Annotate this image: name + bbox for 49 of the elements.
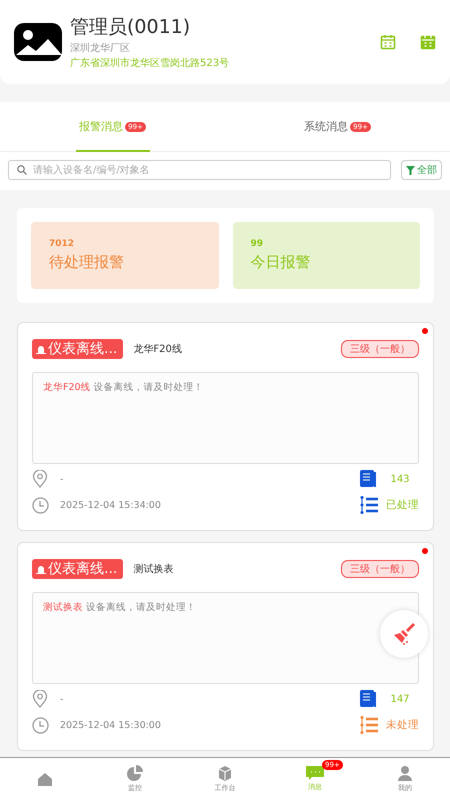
search-icon [17,165,27,175]
site-name: 深圳龙华厂区 [70,42,131,55]
device-name: 测试换表 [133,562,174,576]
location-text: - [60,474,64,484]
person-icon [397,765,413,781]
address: 广东省深圳市龙华区雪岗北路523号 [70,56,230,70]
alarm-time: 2025-12-04 15:30:00 [60,720,162,730]
location-pin-icon [32,690,48,708]
status-text: 已处理 [386,498,419,512]
alarm-message: 龙华F20线 设备离线，请及时处理！ [32,372,419,464]
count-text: 147 [389,694,411,704]
stat-value: 99 [250,239,264,249]
clock-icon [32,716,49,734]
tab-label: 报警消息 [79,119,124,134]
alarm-light-icon [36,344,46,354]
clock-icon [32,496,49,514]
count-text: 143 [389,474,411,484]
alarm-light-icon [36,564,46,574]
document-icon [360,470,376,488]
broom-icon [392,622,416,646]
filter-icon [406,166,415,174]
stat-label: 今日报警 [250,253,312,272]
location-pin-icon [32,470,48,488]
home-icon [37,771,53,787]
alarm-message: 测试换表 设备离线，请及时处理！ [32,592,419,684]
status-text: 未处理 [386,718,419,732]
calendar-icon[interactable] [380,34,396,50]
alarm-type: 仪表离线... [48,560,118,578]
search-field[interactable]: 请输入设备名/编号/对象名 [8,160,391,180]
stat-value: 7012 [49,239,76,249]
stat-tile[interactable]: 7012 待处理报警 [31,222,218,289]
pie-chart-icon [127,765,143,781]
box-icon [217,765,233,781]
tab-label: 系统消息 [304,119,348,134]
location-text: - [60,694,64,704]
user-name: 管理员(0011) [70,15,192,40]
chat-icon [306,766,324,780]
severity-tag: 三级（一般） [341,560,419,578]
calendar-icon[interactable] [420,34,436,50]
stat-label: 待处理报警 [49,253,125,272]
severity-tag: 三级（一般） [341,340,419,358]
alarm-type: 仪表离线... [48,340,118,358]
image-placeholder-icon [14,23,62,61]
document-icon [360,690,376,708]
device-name: 龙华F20线 [133,342,183,356]
alarm-card[interactable]: 仪表离线... 龙华F20线 三级（一般） 龙华F20线 设备离线，请及时处理！ - 143 2025-12-04 15:34:00 已处理 [17,322,434,531]
alarm-card[interactable]: 仪表离线... 测试换表 三级（一般） 测试换表 设备离线，请及时处理！ - 147 2025-12-04 15:30:00 未处理 [17,542,434,751]
filter-button[interactable]: 全部 [401,160,442,180]
alarm-time: 2025-12-04 15:34:00 [60,500,162,510]
